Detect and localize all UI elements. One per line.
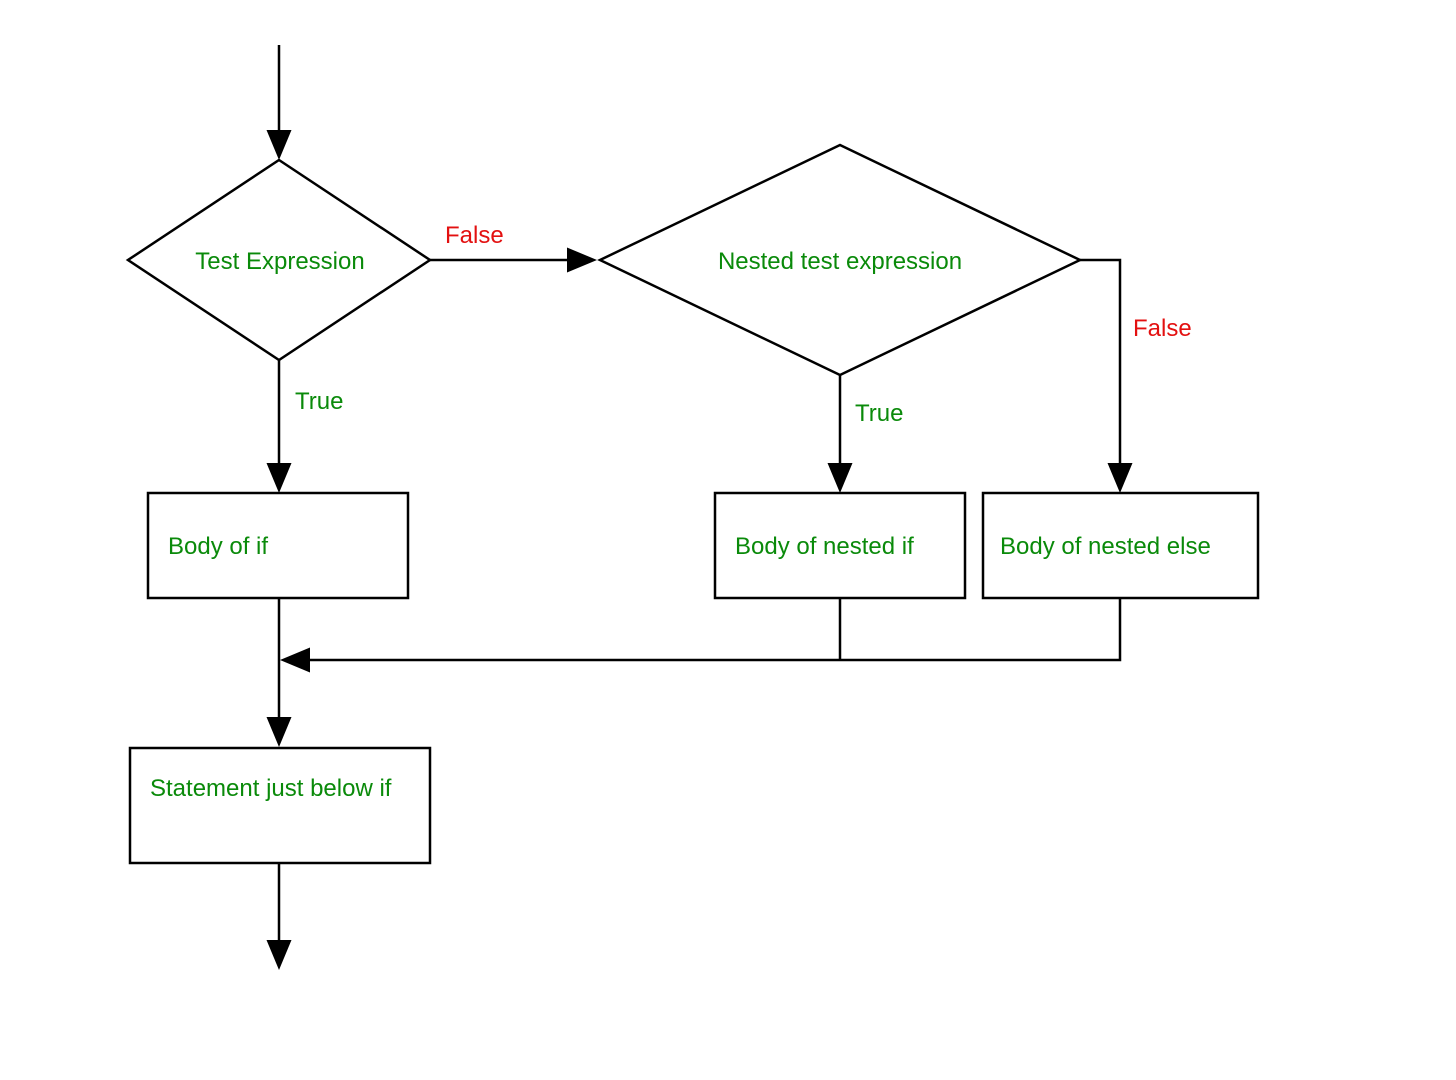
label-body-of-nested-else: Body of nested else	[1000, 533, 1211, 561]
box-statement-below-if	[130, 748, 430, 863]
label-statement-below-if: Statement just below if	[150, 775, 410, 803]
merge-from-nested-else	[285, 598, 1120, 660]
label-true-2: True	[855, 400, 903, 428]
label-nested-test-expression: Nested test expression	[700, 248, 980, 276]
arrow-decision2-false	[1080, 260, 1120, 488]
label-false-2: False	[1133, 315, 1192, 343]
label-body-of-nested-if: Body of nested if	[735, 533, 914, 561]
label-true-1: True	[295, 388, 343, 416]
label-test-expression: Test Expression	[180, 248, 380, 276]
label-body-of-if: Body of if	[168, 533, 268, 561]
label-false-1: False	[445, 222, 504, 250]
